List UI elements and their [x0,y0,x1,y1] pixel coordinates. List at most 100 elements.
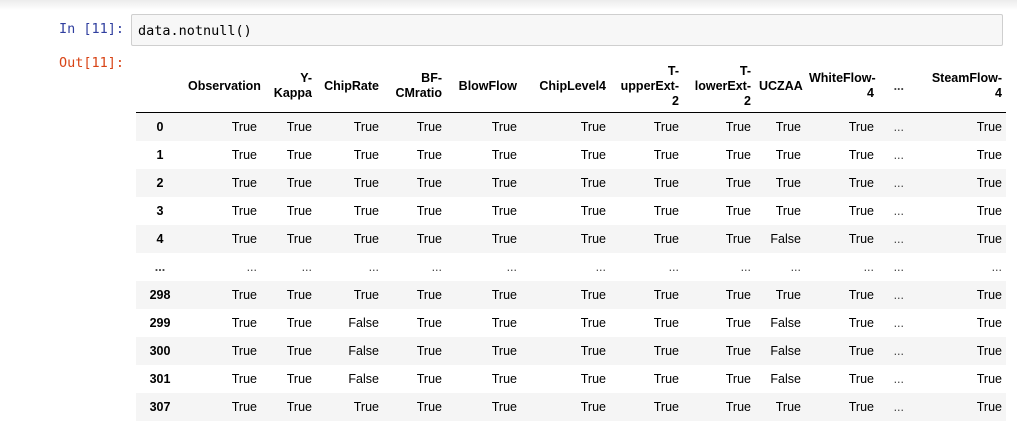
table-cell: True [848,288,874,302]
table-cell: True [848,120,874,134]
column-header: Y- Kappa [261,60,316,113]
table-cell: True [286,316,312,330]
row-index: 2 [156,176,164,190]
table-cell: True [491,176,517,190]
table-cell: ... [368,260,379,274]
column-header: Observation [184,60,261,113]
table-cell: True [976,148,1002,162]
table-cell: True [653,288,679,302]
table-cell: False [770,316,801,330]
table-cell: True [353,148,379,162]
row-index: 299 [149,316,171,330]
table-cell: True [976,120,1002,134]
table-cell: ... [301,260,312,274]
table-cell: True [580,176,606,190]
table-cell: False [770,232,801,246]
code-cell[interactable]: data.notnull() [131,14,1003,46]
table-cell: ... [893,400,904,414]
table-cell: True [725,316,751,330]
table-cell: True [775,148,801,162]
table-cell: True [976,176,1002,190]
table-cell: True [653,204,679,218]
table-cell: True [725,372,751,386]
table-row: 298 True True True True True True True True True T… [136,281,1006,309]
table-header-row: Observation Y- Kappa ChipRate BF- CMratio Blow… [136,60,1006,113]
table-cell: True [848,176,874,190]
column-header: SteamFlow- 4 [908,60,1006,113]
table-cell: ... [595,260,606,274]
table-cell: True [725,120,751,134]
table-cell: ... [893,148,904,162]
table-row: ....................................... [136,253,1006,281]
table-cell: ... [506,260,517,274]
code-text: data.notnull() [138,23,252,39]
table-cell: ... [893,232,904,246]
table-cell: ... [893,120,904,134]
table-cell: ... [893,176,904,190]
table-row: 2 True True True True True True True True True Tru… [136,169,1006,197]
row-index: 0 [156,120,164,134]
table-cell: True [286,288,312,302]
table-cell: True [580,316,606,330]
table-cell: False [348,344,379,358]
table-row: 299 True True False True True True True True Fals… [136,309,1006,337]
table-cell: True [416,400,442,414]
table-cell: True [725,204,751,218]
column-header: T-lowerExt- 2 [683,60,755,113]
table-cell: True [491,288,517,302]
table-cell: False [770,344,801,358]
table-cell: True [848,204,874,218]
table-cell: True [775,120,801,134]
table-cell: True [653,120,679,134]
table-cell: True [580,344,606,358]
table-cell: True [848,232,874,246]
table-cell: False [348,316,379,330]
table-row: 300 True True False True True True True True Fals… [136,337,1006,365]
table-cell: True [286,148,312,162]
column-header [136,60,184,113]
table-cell: True [848,400,874,414]
table-cell: ... [790,260,801,274]
table-cell: True [775,400,801,414]
table-cell: True [725,232,751,246]
table-row: 301 True True False True True True True True Fals… [136,365,1006,393]
table-cell: True [231,400,257,414]
column-header: BF- CMratio [383,60,446,113]
table-cell: True [653,232,679,246]
table-cell: ... [246,260,257,274]
table-cell: True [653,400,679,414]
table-cell: True [580,288,606,302]
table-cell: True [653,148,679,162]
table-cell: True [231,344,257,358]
table-cell: True [976,232,1002,246]
table-cell: True [416,232,442,246]
table-cell: True [580,204,606,218]
table-cell: True [976,316,1002,330]
row-index: 298 [149,288,171,302]
table-cell: True [580,400,606,414]
table-cell: True [775,204,801,218]
input-prompt: In [11]: [58,21,124,37]
row-index: ... [154,260,166,274]
table-cell: True [353,232,379,246]
table-cell: True [976,204,1002,218]
table-cell: True [416,372,442,386]
table-cell: ... [668,260,679,274]
table-cell: True [286,400,312,414]
table-cell: ... [893,288,904,302]
table-cell: False [770,372,801,386]
table-cell: True [580,120,606,134]
table-cell: True [353,176,379,190]
table-cell: ... [893,260,904,274]
table-cell: True [416,316,442,330]
table-cell: ... [991,260,1002,274]
table-cell: True [491,344,517,358]
column-header: ChipRate [316,60,383,113]
table-body: 0 True True True True True True True True True Tru… [136,112,1006,421]
table-cell: ... [893,316,904,330]
table-row: 4 True True True True True True True True False Tr… [136,225,1006,253]
table-cell: True [725,148,751,162]
table-cell: True [976,372,1002,386]
table-cell: True [775,288,801,302]
row-index: 1 [156,148,164,162]
